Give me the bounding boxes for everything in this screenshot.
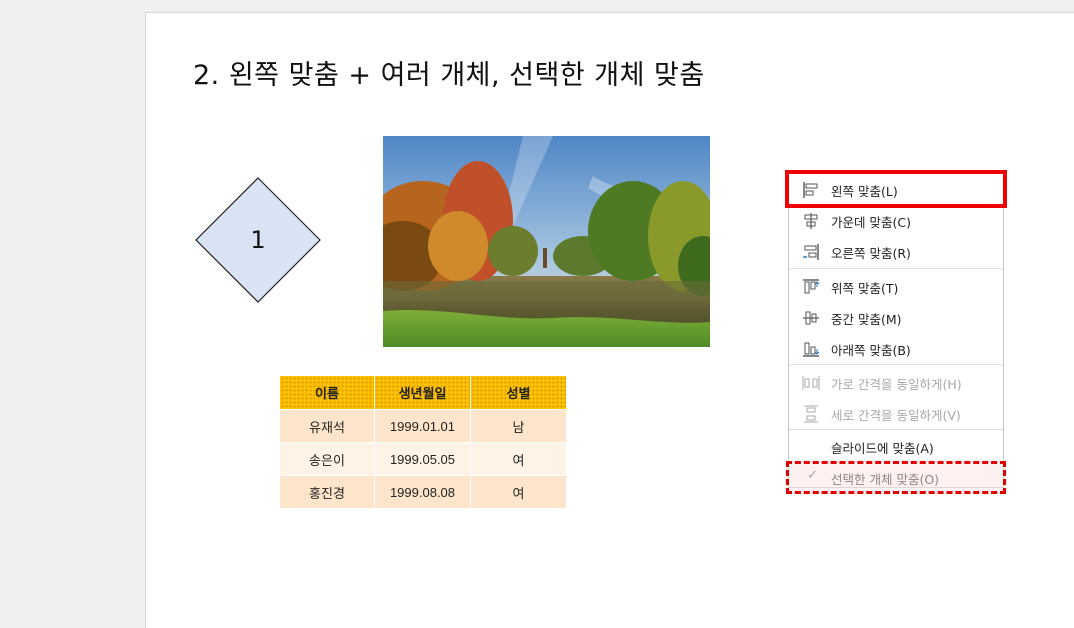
table-cell: 여 [470,475,567,509]
table-row: 홍진경 1999.08.08 여 [279,475,567,509]
table-cell: 여 [470,442,567,476]
menu-item-label: 슬라이드에 맞춤(A) [831,441,934,456]
menu-item-label: 중간 맞춤(M) [831,312,902,327]
table-cell: 홍진경 [279,475,375,509]
table-header-row: 이름 생년월일 성별 [279,375,567,410]
distribute-vertical-icon [804,405,818,423]
table-cell: 남 [470,409,567,443]
align-left-icon [803,182,818,198]
menu-item-label: 가로 간격을 동일하게(H) [831,377,962,392]
menu-item-label: 선택한 개체 맞춤(O) [831,472,940,487]
table-cell: 1999.01.01 [374,409,471,443]
menu-item-align-selected-objects[interactable]: ✓ 선택한 개체 맞춤(O) [789,462,1003,492]
distribute-horizontal-icon [802,376,820,390]
menu-item-label: 세로 간격을 동일하게(V) [831,408,961,423]
menu-item-label: 왼쪽 맞춤(L) [831,184,898,199]
menu-separator [789,268,1003,269]
align-middle-icon [803,311,819,325]
table-cell: 1999.08.08 [374,475,471,509]
table-row: 유재석 1999.01.01 남 [279,409,567,443]
menu-item-align-right[interactable]: 오른쪽 맞춤(R) [789,236,1003,266]
align-center-icon [804,213,818,229]
menu-item-label: 아래쪽 맞춤(B) [831,343,911,358]
menu-item-label: 오른쪽 맞춤(R) [831,246,911,261]
menu-item-align-middle[interactable]: 중간 맞춤(M) [789,302,1003,332]
menu-separator [789,429,1003,430]
diamond-shape-label: 1 [250,226,266,254]
diamond-shape[interactable]: 1 [195,177,321,303]
header-cell: 생년월일 [374,375,471,410]
menu-item-distribute-horizontal[interactable]: 가로 간격을 동일하게(H) [789,367,1003,397]
table-cell: 송은이 [279,442,375,476]
data-table[interactable]: 이름 생년월일 성별 유재석 1999.01.01 남 송은이 1999.05.… [279,375,567,509]
menu-item-label: 가운데 맞춤(C) [831,215,911,230]
align-bottom-icon [803,342,820,357]
menu-item-distribute-vertical[interactable]: 세로 간격을 동일하게(V) [789,398,1003,428]
menu-item-align-left[interactable]: 왼쪽 맞춤(L) [789,174,1003,204]
table-cell: 유재석 [279,409,375,443]
check-icon: ✓ [807,468,818,483]
menu-item-align-bottom[interactable]: 아래쪽 맞춤(B) [789,333,1003,363]
menu-item-align-center[interactable]: 가운데 맞춤(C) [789,205,1003,235]
slide-title[interactable]: 2. 왼쪽 맞춤 + 여러 개체, 선택한 개체 맞춤 [193,53,705,92]
menu-item-label: 위쪽 맞춤(T) [831,281,899,296]
header-cell: 이름 [279,375,375,410]
align-top-icon [803,279,820,294]
landscape-photo[interactable] [383,136,710,347]
table-cell: 1999.05.05 [374,442,471,476]
menu-item-align-to-slide[interactable]: 슬라이드에 맞춤(A) [789,431,1003,461]
menu-separator [789,364,1003,365]
header-cell: 성별 [470,375,567,410]
align-dropdown-menu[interactable]: 왼쪽 맞춤(L) 가운데 맞춤(C) 오른쪽 맞춤(R) 위쪽 맞춤(T) 중간… [788,170,1004,488]
table-row: 송은이 1999.05.05 여 [279,442,567,476]
menu-item-align-top[interactable]: 위쪽 맞춤(T) [789,271,1003,301]
align-right-icon [803,244,819,260]
